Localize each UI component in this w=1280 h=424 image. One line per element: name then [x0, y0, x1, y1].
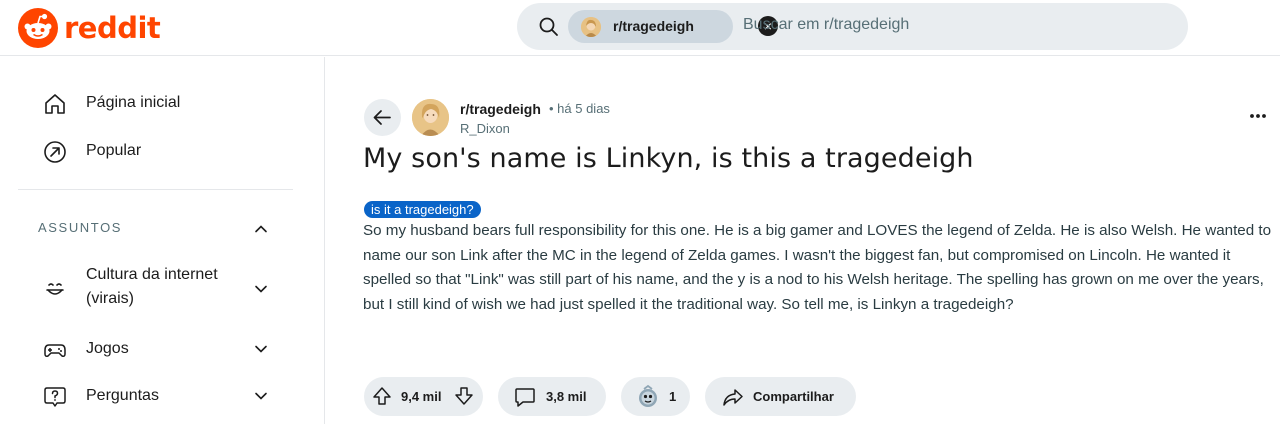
post-body: So my husband bears full responsibility …	[363, 222, 1272, 313]
question-icon	[44, 387, 66, 407]
award-icon	[639, 384, 657, 407]
home-icon	[45, 94, 65, 114]
subreddit-search-chip[interactable]: r/tragedeigh ×	[568, 10, 778, 43]
subreddit-avatar-icon	[412, 99, 449, 136]
chevron-down-icon[interactable]	[253, 388, 269, 404]
search-bar[interactable]: r/tragedeigh ×	[517, 3, 1188, 50]
sidebar-divider	[18, 189, 293, 190]
back-button[interactable]	[364, 99, 401, 136]
chevron-down-icon[interactable]	[253, 341, 269, 357]
comment-icon	[515, 388, 535, 407]
upvote-icon[interactable]	[372, 386, 392, 406]
comments-button[interactable]: 3,8 mil	[498, 377, 606, 416]
award-count: 1	[669, 389, 677, 404]
top-header: reddit r/tragedeigh ×	[0, 0, 1280, 56]
share-button[interactable]: Compartilhar	[705, 377, 856, 416]
chevron-down-icon[interactable]	[253, 281, 269, 297]
smile-icon	[46, 283, 64, 295]
topics-section-title: ASSUNTOS	[38, 220, 123, 235]
subreddit-avatar-icon	[581, 17, 601, 37]
vote-count: 9,4 mil	[401, 389, 442, 404]
downvote-icon[interactable]	[454, 386, 474, 406]
share-icon	[723, 389, 743, 406]
left-sidebar: Página inicial Popular ASSUNTOS Cultura …	[0, 57, 325, 424]
popular-icon	[44, 141, 66, 163]
arrow-left-icon	[373, 110, 391, 125]
post-subreddit-link[interactable]: r/tragedeigh	[460, 101, 541, 117]
post-author-link[interactable]: R_Dixon	[460, 121, 510, 136]
reddit-logo[interactable]: reddit	[18, 8, 161, 48]
sidebar-item-home[interactable]: Página inicial	[18, 83, 292, 123]
logo-wordmark: reddit	[64, 11, 161, 45]
more-options-icon[interactable]	[1244, 106, 1272, 126]
post-title: My son's name is Linkyn, is this a trage…	[363, 143, 974, 174]
gamepad-icon	[44, 344, 66, 357]
sidebar-item-popular[interactable]: Popular	[18, 131, 292, 171]
sidebar-item-games[interactable]: Jogos	[18, 329, 292, 369]
subreddit-avatar[interactable]	[412, 99, 449, 136]
sidebar-item-label: Página inicial	[86, 94, 181, 111]
share-label: Compartilhar	[753, 389, 834, 404]
award-button[interactable]: 1	[621, 377, 690, 416]
sidebar-item-label: Perguntas	[86, 387, 159, 404]
comment-count: 3,8 mil	[546, 389, 587, 404]
sidebar-item-label-line2: (virais)	[86, 290, 134, 307]
sidebar-item-questions[interactable]: Perguntas	[18, 376, 292, 416]
search-input[interactable]	[743, 16, 1163, 34]
vote-bar: 9,4 mil	[364, 377, 483, 416]
post-timestamp: • há 5 dias	[549, 101, 610, 116]
post-flair[interactable]: is it a tragedeigh?	[364, 201, 481, 218]
chevron-up-icon[interactable]	[253, 221, 269, 237]
reddit-snoo-icon	[18, 8, 58, 48]
sidebar-item-label: Cultura da internet	[86, 266, 218, 283]
search-chip-label: r/tragedeigh	[613, 18, 694, 34]
sidebar-item-internet-culture[interactable]: Cultura da internet (virais)	[18, 260, 292, 316]
sidebar-item-label: Jogos	[86, 340, 129, 357]
search-icon	[539, 17, 558, 36]
sidebar-item-label: Popular	[86, 142, 142, 159]
